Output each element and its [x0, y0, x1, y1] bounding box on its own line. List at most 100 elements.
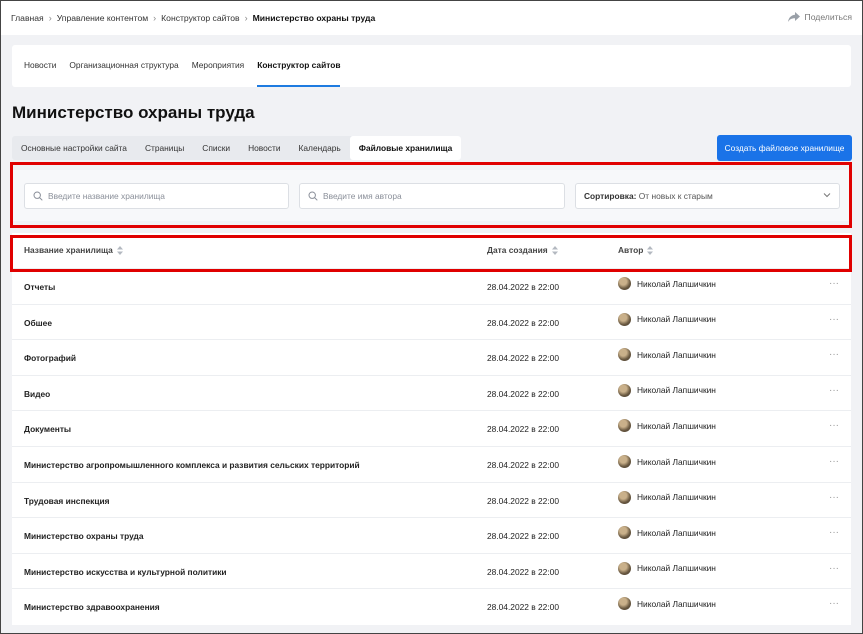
table-row[interactable]: Обшее 28.04.2022 в 22:00 Николай Лапшичкин… [12, 303, 851, 340]
storage-date: 28.04.2022 в 22:00 [487, 566, 559, 577]
avatar [618, 455, 631, 468]
storage-author: Николай Лапшичкин [618, 383, 716, 397]
sort-value: От новых к старым [638, 191, 713, 201]
main-nav: Новости Организационная структура Меропр… [12, 45, 851, 87]
sort-icon [116, 245, 123, 255]
author-name: Николай Лапшичкин [637, 527, 716, 538]
storage-date: 28.04.2022 в 22:00 [487, 531, 559, 542]
nav-tab-events[interactable]: Мероприятия [192, 45, 245, 87]
author-name: Николай Лапшичкин [637, 278, 716, 289]
subtab-calendar[interactable]: Календарь [290, 136, 350, 160]
storage-name[interactable]: Министерство охраны труда [24, 531, 144, 541]
author-search[interactable] [299, 183, 565, 209]
more-options-icon[interactable]: ··· [829, 314, 839, 325]
more-options-icon[interactable]: ··· [829, 420, 839, 431]
subtab-lists[interactable]: Списки [193, 136, 239, 160]
more-options-icon[interactable]: ··· [829, 527, 839, 538]
chevron-right-icon: › [153, 13, 157, 23]
author-name: Николай Лапшичкин [637, 598, 716, 609]
table-row[interactable]: Министерство агропромышленного комплекса… [12, 446, 851, 482]
nav-tab-news[interactable]: Новости [24, 45, 56, 87]
column-header-label: Автор [618, 245, 644, 255]
avatar [618, 526, 631, 540]
more-options-icon[interactable]: ··· [829, 349, 839, 360]
share-button[interactable]: Поделиться [787, 12, 852, 22]
breadcrumb-bar: Главная › Управление контентом › Констру… [1, 1, 862, 35]
table-row[interactable]: Министерство охраны труда 28.04.2022 в 22… [12, 517, 851, 553]
table-row[interactable]: Трудовая инспекция 28.04.2022 в 22:00 Нико… [12, 481, 851, 518]
author-input[interactable] [323, 191, 543, 201]
storage-name[interactable]: Министерство здравоохранения [24, 602, 160, 612]
column-header-label: Дата создания [487, 245, 548, 255]
more-options-icon[interactable]: ··· [829, 278, 839, 289]
breadcrumb-site-builder[interactable]: Конструктор сайтов [161, 13, 239, 23]
author-name: Николай Лапшичкин [637, 314, 716, 325]
storage-name[interactable]: Обшее [24, 318, 52, 328]
more-options-icon[interactable]: ··· [829, 456, 839, 467]
avatar [618, 490, 631, 504]
subtab-pages[interactable]: Страницы [136, 136, 193, 160]
storage-author: Николай Лапшичкин [618, 490, 716, 504]
nav-tab-site-builder[interactable]: Конструктор сайтов [257, 45, 341, 87]
author-name: Николай Лапшичкин [637, 420, 716, 431]
storage-name-input[interactable] [48, 191, 268, 201]
storage-author: Николай Лапшичкин [618, 561, 716, 575]
chevron-right-icon: › [48, 13, 52, 23]
storage-date: 28.04.2022 в 22:00 [487, 388, 559, 399]
more-options-icon[interactable]: ··· [829, 563, 839, 574]
more-options-icon[interactable]: ··· [829, 598, 839, 609]
storage-author: Николай Лапшичкин [618, 348, 716, 362]
storage-name[interactable]: Фотографий [24, 353, 76, 363]
subtab-news[interactable]: Новости [239, 136, 289, 160]
storage-author: Николай Лапшичкин [618, 419, 716, 433]
storage-date: 28.04.2022 в 22:00 [487, 495, 559, 506]
sort-select[interactable]: Сортировка: От новых к старым [575, 183, 840, 209]
more-options-icon[interactable]: ··· [829, 492, 839, 503]
column-header-name[interactable]: Название хранилища [24, 245, 123, 255]
sort-label: Сортировка: [584, 191, 637, 201]
author-name: Николай Лапшичкин [637, 492, 716, 503]
table-row[interactable]: Фотографий 28.04.2022 в 22:00 Николай Лапш… [12, 339, 851, 375]
subtab-main-settings[interactable]: Основные настройки сайта [12, 136, 136, 160]
filter-panel: Сортировка: От новых к старым [12, 170, 851, 221]
storage-author: Николай Лапшичкин [618, 597, 716, 611]
table-row[interactable]: Министерство здравоохранения 28.04.2022 в… [12, 588, 851, 624]
chevron-down-icon [823, 191, 831, 201]
chevron-right-icon: › [244, 13, 248, 23]
avatar [618, 597, 631, 611]
storage-date: 28.04.2022 в 22:00 [487, 460, 559, 470]
avatar [618, 312, 631, 326]
breadcrumb-content[interactable]: Управление контентом [57, 13, 148, 23]
share-label: Поделиться [804, 12, 852, 22]
more-options-icon[interactable]: ··· [829, 385, 839, 396]
table-row[interactable]: Документы 28.04.2022 в 22:00 Николай Лапши… [12, 410, 851, 446]
breadcrumb-current: Министерство охраны труда [252, 13, 376, 23]
subtab-file-storages[interactable]: Файловые хранилища [349, 136, 462, 160]
table-row[interactable]: Отчеты 28.04.2022 в 22:00 Николай Лапшички… [12, 268, 851, 304]
storage-name[interactable]: Документы [24, 424, 71, 434]
storage-author: Николай Лапшичкин [618, 455, 716, 468]
storages-table: Название хранилища Дата создания Автор О… [12, 233, 851, 625]
nav-tab-org-structure[interactable]: Организационная структура [69, 45, 178, 87]
search-icon [33, 191, 43, 201]
storage-name-search[interactable] [24, 183, 289, 209]
storage-name[interactable]: Министерство искусства и культурной поли… [24, 567, 227, 577]
storage-author: Николай Лапшичкин [618, 526, 716, 540]
storage-author: Николай Лапшичкин [618, 312, 716, 326]
author-name: Николай Лапшичкин [637, 349, 716, 360]
storage-name[interactable]: Отчеты [24, 282, 55, 292]
create-storage-button[interactable]: Создать файловое хранилище [717, 135, 852, 161]
table-row[interactable]: Видео 28.04.2022 в 22:00 Николай Лапшичкин… [12, 374, 851, 411]
column-header-date[interactable]: Дата создания [487, 245, 558, 255]
table-row[interactable]: Министерство искусства и культурной поли… [12, 552, 851, 589]
search-icon [308, 191, 318, 201]
sort-icon [551, 245, 558, 255]
sort-text: Сортировка: От новых к старым [584, 191, 713, 201]
storage-name[interactable]: Трудовая инспекция [24, 496, 110, 506]
column-header-author[interactable]: Автор [618, 245, 654, 255]
storage-name[interactable]: Министерство агропромышленного комплекса… [24, 460, 360, 470]
breadcrumb-home[interactable]: Главная [11, 13, 44, 23]
share-icon [787, 12, 800, 22]
storage-name[interactable]: Видео [24, 389, 50, 399]
avatar [618, 277, 631, 290]
